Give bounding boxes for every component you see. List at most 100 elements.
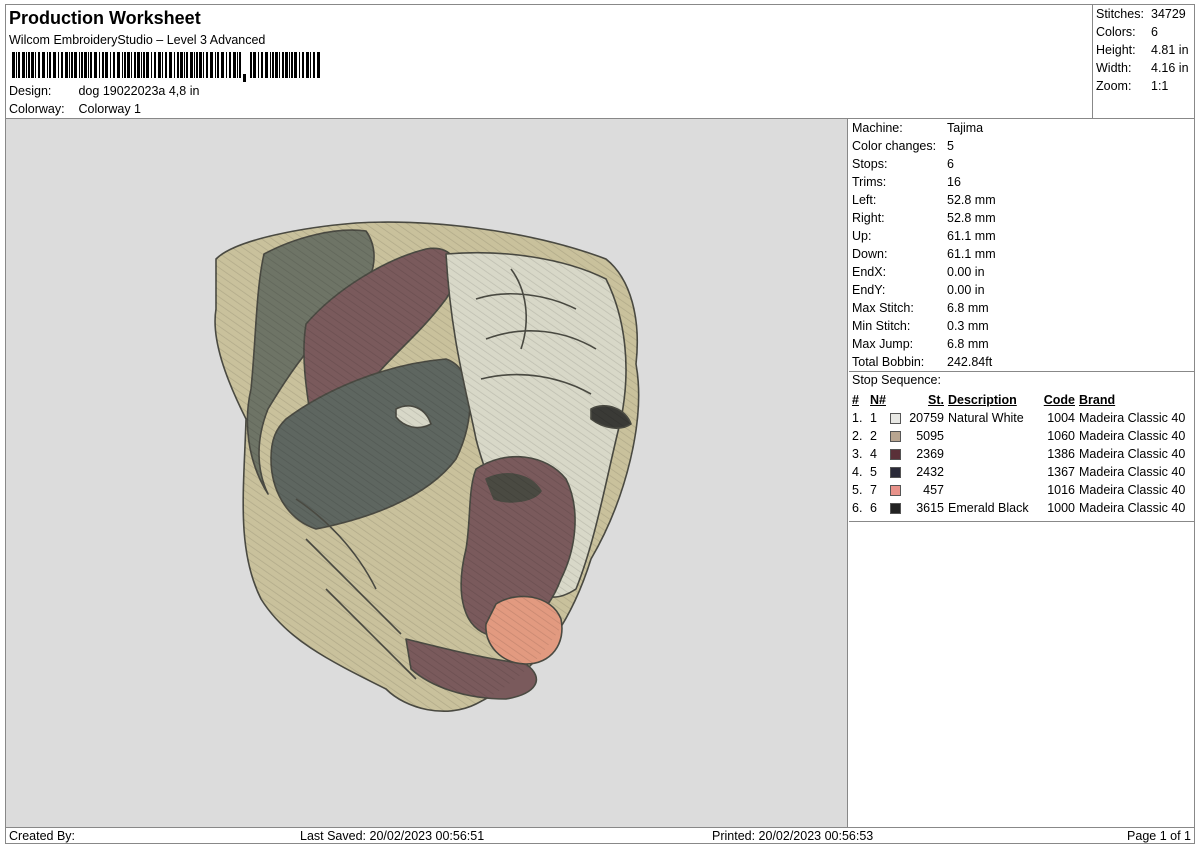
info-label: Total Bobbin: (852, 355, 925, 369)
divider (849, 521, 1194, 522)
info-value: 61.1 mm (947, 229, 996, 243)
info-value: 61.1 mm (947, 247, 996, 261)
stitch-count: 2369 (916, 447, 944, 461)
info-row: Color changes: 5 (852, 139, 954, 153)
needle-number: 7 (870, 483, 877, 497)
printed-date: Printed: 20/02/2023 00:56:53 (712, 829, 874, 843)
worksheet-frame: Production Worksheet Wilcom EmbroiderySt… (5, 4, 1195, 844)
stitch-count: 2432 (916, 465, 944, 479)
info-value: 0.3 mm (947, 319, 989, 333)
info-value: 242.84ft (947, 355, 993, 369)
row-number: 4. (852, 465, 863, 479)
thread-color-swatch (890, 413, 901, 425)
thread-description: Emerald Black (948, 501, 1029, 515)
design-value: dog 19022023a 4,8 in (78, 84, 200, 98)
col-header-code: Code (1043, 393, 1075, 407)
col-header-swatch (890, 391, 906, 409)
info-label: Up: (852, 229, 872, 243)
summary-value: 6 (1151, 25, 1158, 39)
needle-number: 5 (870, 465, 877, 479)
info-label: Min Stitch: (852, 319, 911, 333)
info-row: Min Stitch: 0.3 mm (852, 319, 989, 333)
software-name: Wilcom EmbroideryStudio – Level 3 Advanc… (9, 33, 266, 47)
thread-description (948, 445, 1041, 463)
info-label: Down: (852, 247, 888, 261)
thread-code: 1060 (1047, 429, 1075, 443)
col-header-num: # (852, 393, 859, 407)
info-label: Left: (852, 193, 877, 207)
col-header-description: Description (948, 393, 1017, 407)
info-label: Stops: (852, 157, 888, 171)
info-row: Trims: 16 (852, 175, 961, 189)
info-label: EndY: (852, 283, 886, 297)
needle-number: 1 (870, 411, 877, 425)
design-summary: Stitches: 34729 Colors: 6 Height: 4.81 in W… (1092, 5, 1194, 119)
info-row: Max Stitch: 6.8 mm (852, 301, 989, 315)
colorway-value: Colorway 1 (78, 102, 142, 116)
summary-label: Stitches: (1096, 7, 1144, 21)
page-title: Production Worksheet (9, 8, 201, 28)
thread-code: 1000 (1047, 501, 1075, 515)
color-swatch (890, 409, 906, 427)
col-header-brand: Brand (1079, 393, 1116, 407)
divider (849, 371, 1194, 372)
table-row: 5. 7 457 1016 Madeira Classic 40 (852, 481, 1192, 499)
table-row: 2. 2 5095 1060 Madeira Classic 40 (852, 427, 1192, 445)
thread-color-swatch (890, 449, 901, 461)
thread-color-swatch (890, 503, 901, 515)
thread-description (948, 463, 1041, 481)
info-value: 0.00 in (947, 283, 985, 297)
thread-color-swatch (890, 431, 901, 443)
design-preview (6, 119, 848, 827)
summary-colors: Colors: 6 (1096, 25, 1158, 39)
colorway-label: Colorway: (9, 102, 65, 116)
row-number: 2. (852, 429, 863, 443)
stop-sequence-table: # N# St. Description Code Brand 1. 1 20759… (852, 391, 1192, 517)
worksheet-footer: Created By: Last Saved: 20/02/2023 00:56… (6, 827, 1194, 843)
summary-label: Width: (1096, 61, 1132, 75)
summary-value: 4.81 in (1151, 43, 1189, 57)
thread-description (948, 427, 1041, 445)
row-number: 5. (852, 483, 863, 497)
info-row: Total Bobbin: 242.84ft (852, 355, 992, 369)
stitch-count: 20759 (909, 411, 944, 425)
table-header-row: # N# St. Description Code Brand (852, 391, 1192, 409)
col-header-stitches: St. (928, 393, 944, 407)
last-saved: Last Saved: 20/02/2023 00:56:51 (300, 829, 485, 843)
summary-zoom: Zoom: 1:1 (1096, 79, 1168, 93)
thread-description (948, 481, 1041, 499)
stitch-count: 5095 (916, 429, 944, 443)
summary-value: 1:1 (1151, 79, 1169, 93)
info-value: 0.00 in (947, 265, 985, 279)
info-row: Down: 61.1 mm (852, 247, 996, 261)
info-row: Left: 52.8 mm (852, 193, 996, 207)
info-row: Machine: Tajima (852, 121, 983, 135)
color-swatch (890, 481, 906, 499)
summary-value: 4.16 in (1151, 61, 1189, 75)
summary-stitches: Stitches: 34729 (1096, 7, 1186, 21)
colorway-row: Colorway: Colorway 1 (9, 102, 141, 116)
summary-width: Width: 4.16 in (1096, 61, 1189, 75)
info-row: Stops: 6 (852, 157, 954, 171)
stitch-count: 3615 (916, 501, 944, 515)
stitch-count: 457 (923, 483, 944, 497)
col-header-needle: N# (870, 393, 886, 407)
table-row: 3. 4 2369 1386 Madeira Classic 40 (852, 445, 1192, 463)
needle-number: 6 (870, 501, 877, 515)
info-row: Right: 52.8 mm (852, 211, 996, 225)
table-row: 4. 5 2432 1367 Madeira Classic 40 (852, 463, 1192, 481)
color-swatch (890, 463, 906, 481)
info-value: 6.8 mm (947, 337, 989, 351)
color-swatch (890, 499, 906, 517)
thread-code: 1386 (1047, 447, 1075, 461)
info-label: Trims: (852, 175, 887, 189)
info-label: Max Jump: (852, 337, 914, 351)
info-label: EndX: (852, 265, 887, 279)
info-value: 5 (947, 139, 954, 153)
info-label: Max Stitch: (852, 301, 914, 315)
thread-brand: Madeira Classic 40 (1079, 429, 1186, 443)
thread-brand: Madeira Classic 40 (1079, 447, 1186, 461)
thread-color-swatch (890, 467, 901, 479)
summary-height: Height: 4.81 in (1096, 43, 1189, 57)
thread-brand: Madeira Classic 40 (1079, 465, 1186, 479)
